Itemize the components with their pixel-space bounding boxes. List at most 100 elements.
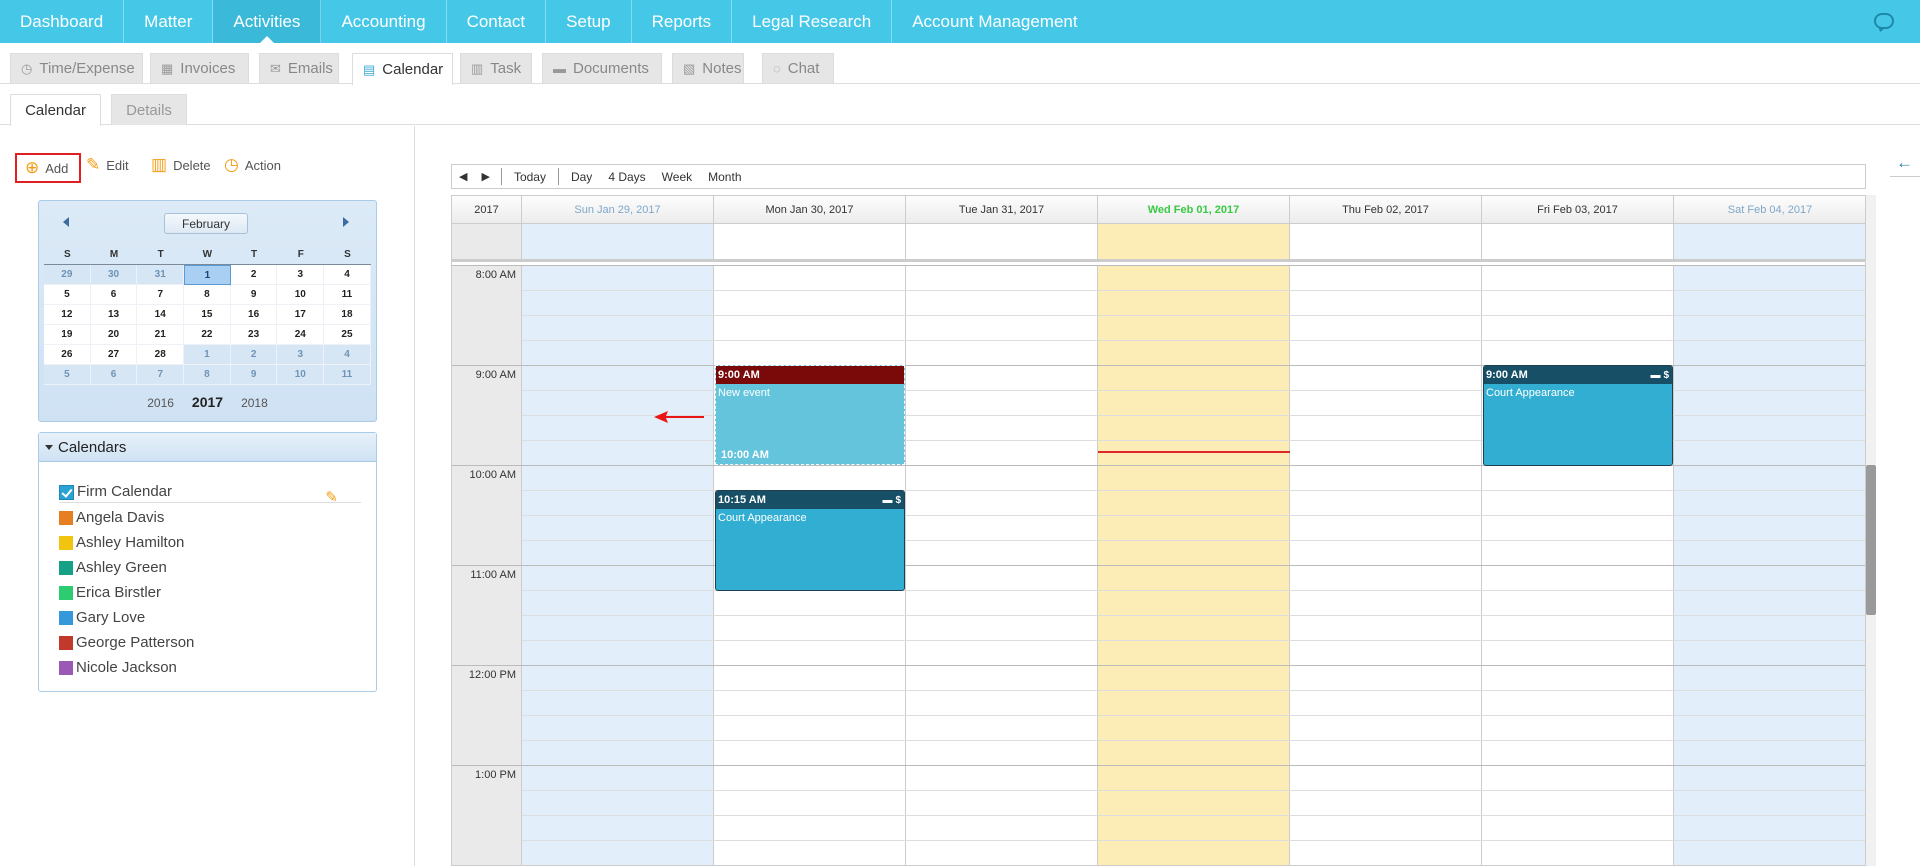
day-cell[interactable]: 5	[44, 285, 91, 305]
calendar-item-erica-birstler[interactable]: Erica Birstler	[59, 582, 161, 602]
day-cell[interactable]: 26	[44, 345, 91, 365]
allday-cell[interactable]	[1674, 224, 1865, 262]
arrow-left-icon[interactable]: ←	[1896, 153, 1913, 173]
day-view-button[interactable]: Day	[563, 165, 600, 188]
day-cell[interactable]: 19	[44, 325, 91, 345]
day-cell[interactable]: 1	[184, 345, 231, 365]
day-header-thu[interactable]: Thu Feb 02, 2017	[1290, 196, 1482, 224]
nav-contact[interactable]: Contact	[447, 0, 547, 43]
day-cell[interactable]: 24	[277, 325, 325, 345]
tab-calendar-view[interactable]: Calendar	[10, 94, 101, 126]
tab-task[interactable]: ▥ Task	[460, 53, 532, 83]
tab-chat[interactable]: ◌ Chat	[762, 53, 834, 83]
calendars-header[interactable]: Calendars	[39, 433, 376, 462]
nav-dashboard[interactable]: Dashboard	[0, 0, 125, 43]
day-cell[interactable]: 17	[277, 305, 325, 325]
nav-matter[interactable]: Matter	[124, 0, 214, 43]
day-cell[interactable]: 4	[324, 345, 371, 365]
day-cell[interactable]: 18	[324, 305, 371, 325]
day-cell[interactable]: 7	[137, 365, 185, 385]
calendar-item-nicole-jackson[interactable]: Nicole Jackson	[59, 657, 177, 677]
allday-cell[interactable]	[1098, 224, 1290, 262]
day-cell[interactable]: 3	[277, 345, 325, 365]
day-cell[interactable]: 22	[184, 325, 231, 345]
nav-account-management[interactable]: Account Management	[892, 0, 1097, 43]
calendar-item-angela-davis[interactable]: Angela Davis	[59, 507, 164, 527]
day-cell[interactable]: 11	[324, 365, 371, 385]
tab-documents[interactable]: ▬ Documents	[542, 53, 662, 83]
day-header-wed-today[interactable]: Wed Feb 01, 2017	[1098, 196, 1290, 224]
edit-button[interactable]: ✎ Edit	[86, 152, 129, 178]
day-cell[interactable]: 9	[230, 285, 278, 305]
four-days-view-button[interactable]: 4 Days	[600, 165, 653, 188]
allday-cell[interactable]	[906, 224, 1098, 262]
day-header-tue[interactable]: Tue Jan 31, 2017	[906, 196, 1098, 224]
new-event[interactable]: 9:00 AM New event 10:00 AM	[715, 365, 905, 465]
month-selector[interactable]: February	[164, 213, 248, 234]
nav-legal-research[interactable]: Legal Research	[732, 0, 893, 43]
tab-calendar[interactable]: ▤ Calendar	[352, 53, 453, 85]
event-court-appearance[interactable]: 10:15 AM ▬ $ Court Appearance	[715, 490, 905, 591]
allday-cell[interactable]	[714, 224, 906, 262]
day-cell[interactable]: 2	[230, 265, 278, 285]
day-cell[interactable]: 3	[277, 265, 325, 285]
day-cell[interactable]: 12	[44, 305, 91, 325]
day-cell[interactable]: 5	[44, 365, 91, 385]
day-cell[interactable]: 2	[230, 345, 278, 365]
calendar-item-firm[interactable]: Firm Calendar	[59, 480, 361, 503]
year-prev[interactable]: 2016	[147, 396, 174, 410]
day-cell[interactable]: 27	[90, 345, 138, 365]
year-current[interactable]: 2017	[192, 394, 223, 410]
day-cell-selected[interactable]: 1	[184, 265, 231, 285]
tab-details-view[interactable]: Details	[111, 94, 187, 125]
add-button[interactable]: ⊕ Add	[15, 153, 81, 183]
allday-cell[interactable]	[522, 224, 714, 262]
day-cell[interactable]: 25	[324, 325, 371, 345]
day-cell[interactable]: 9	[230, 365, 278, 385]
action-button[interactable]: ◷ Action	[224, 152, 281, 178]
day-cell[interactable]: 20	[90, 325, 138, 345]
nav-reports[interactable]: Reports	[632, 0, 733, 43]
day-cell[interactable]: 4	[324, 265, 371, 285]
calendar-item-ashley-green[interactable]: Ashley Green	[59, 557, 167, 577]
day-cell[interactable]: 14	[137, 305, 185, 325]
day-cell[interactable]: 31	[137, 265, 185, 285]
tab-notes[interactable]: ▧ Notes	[672, 53, 744, 83]
day-cell[interactable]: 29	[44, 265, 91, 285]
day-cell[interactable]: 8	[184, 285, 231, 305]
delete-button[interactable]: ▥ Delete	[151, 152, 211, 178]
day-cell[interactable]: 15	[184, 305, 231, 325]
prev-period-button[interactable]: ◀	[452, 165, 474, 188]
tab-invoices[interactable]: ▦ Invoices	[150, 53, 249, 83]
day-cell[interactable]: 21	[137, 325, 185, 345]
day-header-sat[interactable]: Sat Feb 04, 2017	[1674, 196, 1865, 224]
day-cell[interactable]: 10	[277, 365, 325, 385]
day-cell[interactable]: 8	[184, 365, 231, 385]
tab-emails[interactable]: ✉ Emails	[259, 53, 339, 83]
day-cell[interactable]: 10	[277, 285, 325, 305]
day-cell[interactable]: 23	[230, 325, 278, 345]
day-cell[interactable]: 13	[90, 305, 138, 325]
day-cell[interactable]: 6	[90, 285, 138, 305]
next-month-icon[interactable]	[343, 217, 349, 227]
today-button[interactable]: Today	[506, 165, 554, 188]
tab-time-expense[interactable]: ◷ Time/Expense	[10, 53, 143, 83]
month-view-button[interactable]: Month	[700, 165, 749, 188]
event-court-appearance[interactable]: 9:00 AM ▬ $ Court Appearance	[1483, 365, 1673, 466]
year-next[interactable]: 2018	[241, 396, 268, 410]
scrollbar-thumb[interactable]	[1866, 465, 1876, 615]
day-header-fri[interactable]: Fri Feb 03, 2017	[1482, 196, 1674, 224]
day-header-sun[interactable]: Sun Jan 29, 2017	[522, 196, 714, 224]
nav-setup[interactable]: Setup	[546, 0, 632, 43]
allday-cell[interactable]	[1482, 224, 1674, 262]
day-header-mon[interactable]: Mon Jan 30, 2017	[714, 196, 906, 224]
calendar-item-ashley-hamilton[interactable]: Ashley Hamilton	[59, 532, 184, 552]
calendar-item-george-patterson[interactable]: George Patterson	[59, 632, 194, 652]
checkbox-checked-icon[interactable]	[59, 484, 74, 500]
prev-month-icon[interactable]	[63, 217, 69, 227]
day-cell[interactable]: 6	[90, 365, 138, 385]
pencil-icon[interactable]: ✎	[325, 488, 338, 506]
nav-accounting[interactable]: Accounting	[321, 0, 447, 43]
chat-bubble-icon[interactable]	[1874, 13, 1894, 29]
day-cell[interactable]: 28	[137, 345, 185, 365]
